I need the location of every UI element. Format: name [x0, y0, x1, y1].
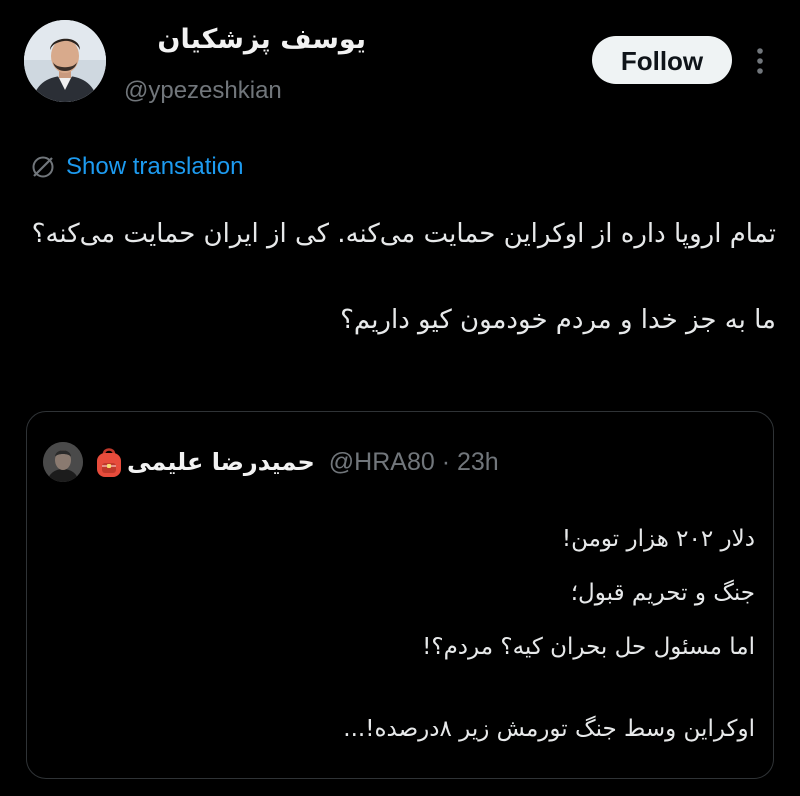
quoted-author-name[interactable]: حمیدرضا علیمی [127, 448, 315, 476]
show-translation-label[interactable]: Show translation [66, 150, 243, 184]
quoted-handle-and-time: @HRA80 · 23h [328, 447, 499, 476]
quoted-tweet-text: دلار ۲۰۲ هزار تومن! جنگ و تحریم قبول؛ ام… [65, 512, 755, 756]
quoted-line-4: اوکراین وسط جنگ تورمش زیر ۸درصده!... [343, 716, 755, 742]
quoted-tweet-header: حمیدرضا علیمی @HRA80 · 23h [43, 440, 499, 484]
translate-globe-icon [30, 154, 56, 180]
show-translation-link[interactable]: Show translation [30, 150, 243, 184]
tweet-paragraph-1: تمام اروپا داره از اوکراین حمایت می‌کنه.… [31, 219, 776, 249]
quoted-tweet-card[interactable]: حمیدرضا علیمی @HRA80 · 23h دلار ۲۰۲ هزار… [26, 411, 774, 779]
author-handle[interactable]: @ypezeshkian [124, 76, 282, 106]
author-name[interactable]: یوسف پزشکیان [126, 20, 366, 60]
tweet-paragraph-2: ما به جز خدا و مردم خودمون کیو داریم؟ [340, 305, 776, 335]
quoted-author-avatar[interactable] [43, 442, 83, 482]
backpack-emoji-icon [93, 445, 125, 479]
quoted-line-3: اما مسئول حل بحران کیه؟ مردم؟! [422, 634, 755, 660]
follow-button[interactable]: Follow [592, 36, 732, 84]
author-avatar[interactable] [24, 20, 106, 102]
more-options-icon[interactable] [748, 44, 772, 78]
tweet-text: تمام اروپا داره از اوکراین حمایت می‌کنه.… [26, 212, 776, 342]
quoted-line-1: دلار ۲۰۲ هزار تومن! [561, 526, 755, 552]
quoted-line-2: جنگ و تحریم قبول؛ [570, 580, 755, 606]
